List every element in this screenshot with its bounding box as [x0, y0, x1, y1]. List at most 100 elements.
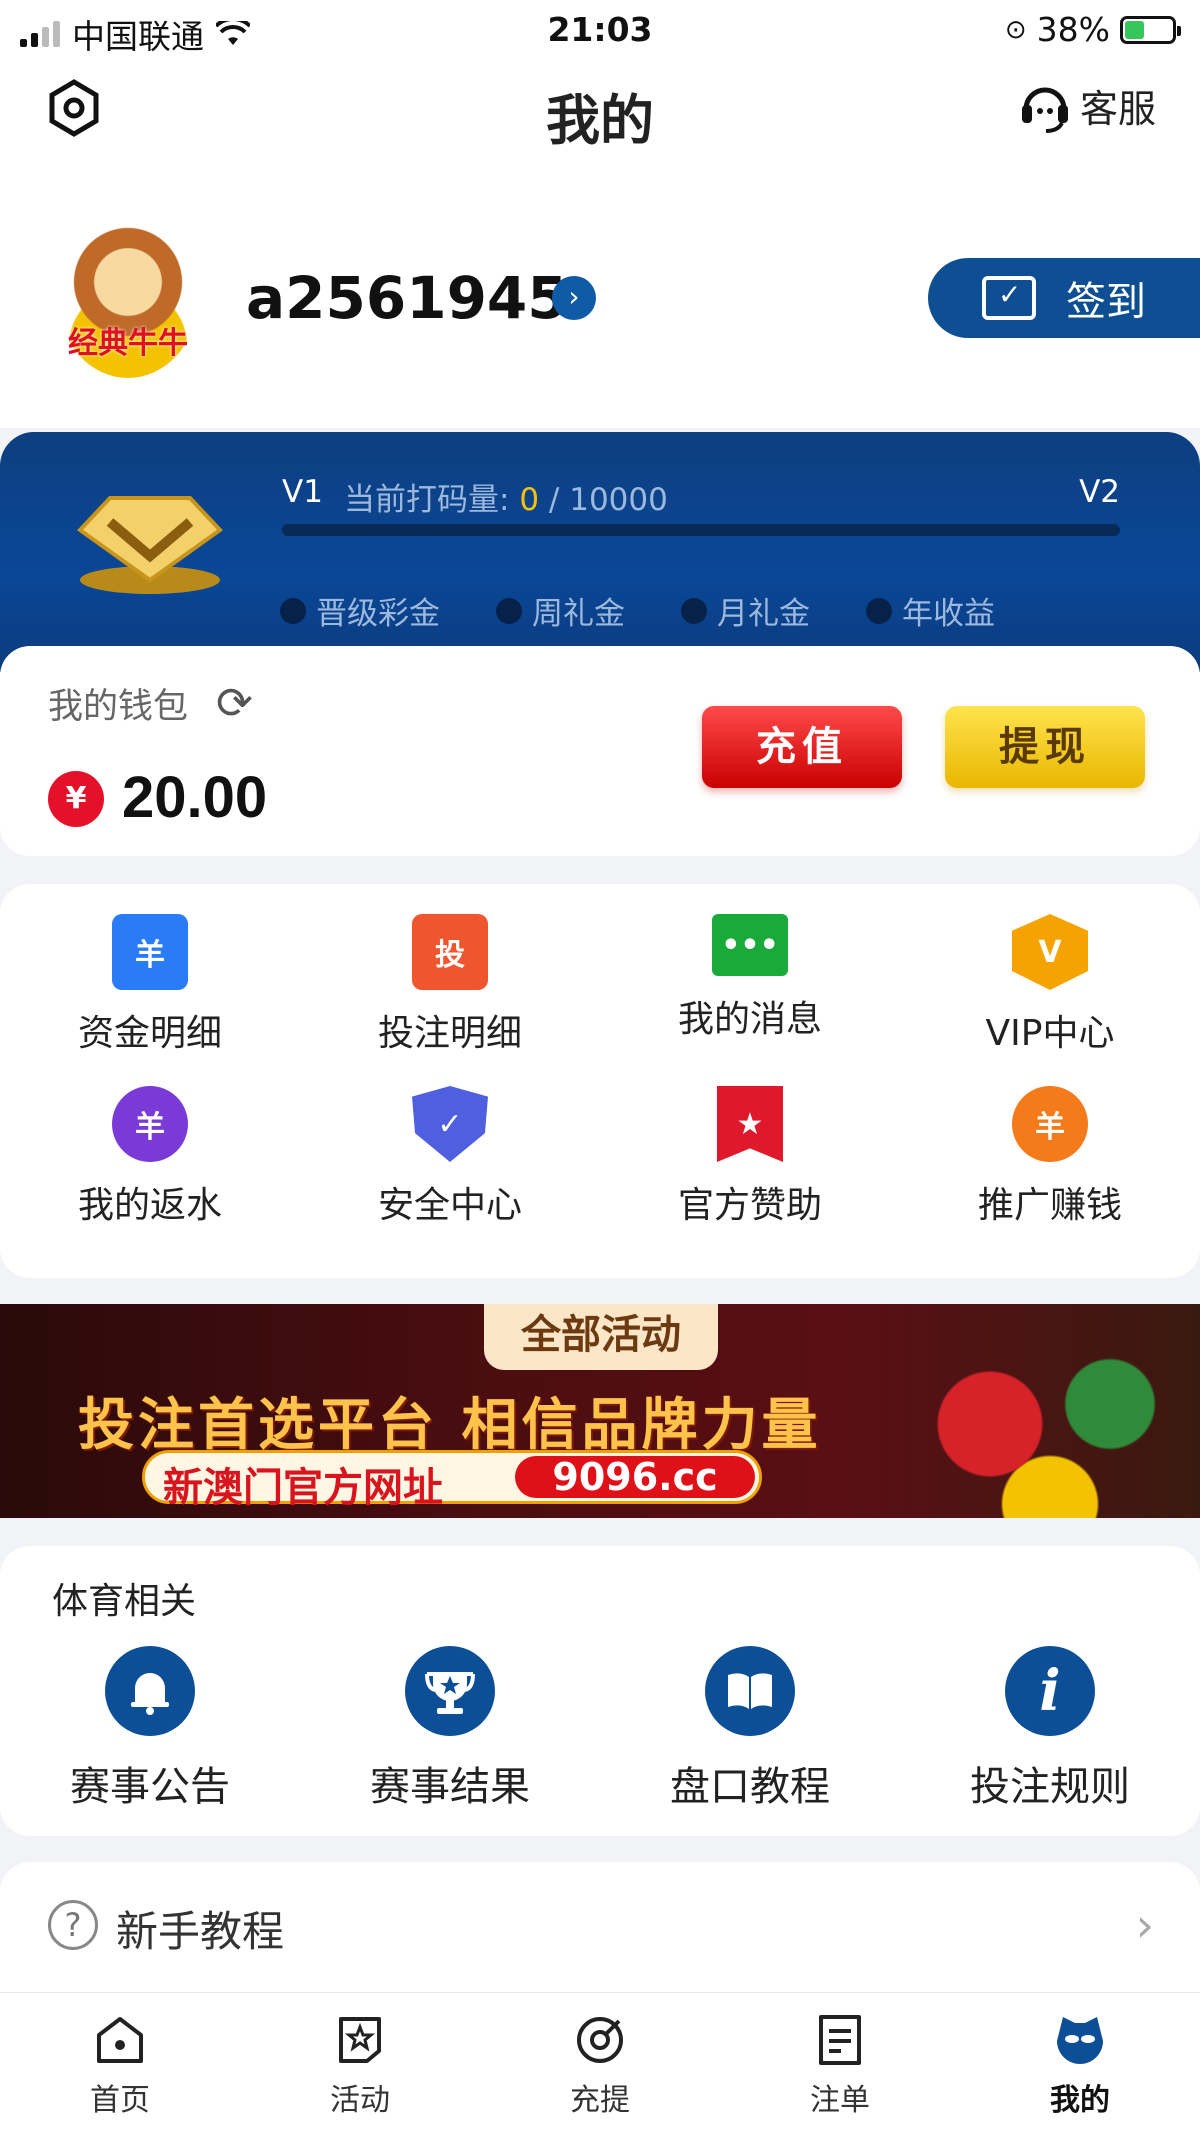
banner-mascot-illustration — [900, 1324, 1200, 1518]
feature-label: 我的返水 — [77, 1185, 222, 1226]
calendar-check-icon — [982, 276, 1036, 320]
profile-mascot-icon — [1057, 2017, 1103, 2064]
message-icon: ••• — [712, 914, 788, 976]
wallet-balance: 20.00 — [122, 765, 268, 830]
vip-perk: 周礼金 — [496, 588, 625, 633]
avatar[interactable]: 经典牛牛 — [58, 218, 198, 378]
tab-profile[interactable]: 我的 — [960, 1993, 1200, 2134]
tab-activity[interactable]: 活动 — [240, 1993, 480, 2134]
feature-grid-card: 羊 资金明细 投 投注明细 ••• 我的消息 V VIP中心 羊 我的返水 ✓ … — [0, 884, 1200, 1278]
tab-label: 注单 — [810, 2083, 870, 2118]
sports-label: 赛事公告 — [70, 1764, 230, 1810]
customer-service-button[interactable]: 客服 — [1018, 78, 1156, 133]
deposit-withdraw-icon — [577, 2017, 623, 2063]
sports-betting-rules[interactable]: i 投注规则 — [920, 1646, 1180, 1812]
feature-promote[interactable]: 羊 推广赚钱 — [914, 1086, 1186, 1228]
banner-url: 9096.cc — [515, 1456, 755, 1498]
beginner-tutorial-row[interactable]: ? 新手教程 › — [0, 1862, 1200, 1992]
book-icon — [705, 1646, 795, 1736]
profile-header: 经典牛牛 a2561945 › 签到 — [0, 158, 1200, 428]
sports-announcements[interactable]: 赛事公告 — [20, 1646, 280, 1812]
all-activities-tag[interactable]: 全部活动 — [484, 1304, 718, 1370]
battery-icon — [1120, 15, 1181, 44]
chevron-right-icon: › — [1135, 1898, 1154, 1952]
feature-messages[interactable]: ••• 我的消息 — [614, 914, 886, 1056]
perk-dot-icon — [280, 597, 306, 624]
status-right: ⊙ 38% — [1004, 10, 1181, 49]
sponsor-star-icon: ★ — [717, 1086, 783, 1162]
wallet-card: 我的钱包 ⟳ ¥ 20.00 充值 提现 — [0, 646, 1200, 856]
question-circle-icon: ? — [48, 1900, 98, 1950]
perk-dot-icon — [681, 597, 707, 624]
refresh-icon[interactable]: ⟳ — [216, 678, 253, 729]
bottom-tab-bar: 首页 活动 充提 注单 我的 — [0, 1992, 1200, 2134]
vip-perks: 晋级彩金 周礼金 月礼金 年收益 — [280, 588, 995, 633]
promo-banner[interactable]: 全部活动 投注首选平台 相信品牌力量 新澳门官方网址 9096.cc — [0, 1304, 1200, 1518]
promote-money-icon: 羊 — [1012, 1086, 1088, 1162]
sports-label: 盘口教程 — [670, 1764, 830, 1810]
perk-label: 月礼金 — [717, 596, 810, 632]
rebate-chip-icon: 羊 — [112, 1086, 188, 1162]
vip-crown-icon: V — [1012, 914, 1088, 990]
feature-vip-center[interactable]: V VIP中心 — [914, 914, 1186, 1056]
banner-slogan: 投注首选平台 相信品牌力量 — [78, 1393, 822, 1458]
feature-bet-details[interactable]: 投 投注明细 — [314, 914, 586, 1056]
security-shield-icon: ✓ — [412, 1086, 488, 1162]
feature-security[interactable]: ✓ 安全中心 — [314, 1086, 586, 1228]
tab-label: 充提 — [570, 2083, 630, 2118]
wallet-label-row: 我的钱包 ⟳ — [48, 678, 253, 729]
feature-label: 资金明细 — [77, 1013, 222, 1054]
home-icon — [97, 2017, 143, 2063]
sports-handicap-tutorial[interactable]: 盘口教程 — [620, 1646, 880, 1812]
feature-label: 投注明细 — [377, 1013, 522, 1054]
feature-fund-details[interactable]: 羊 资金明细 — [14, 914, 286, 1056]
trophy-icon — [405, 1646, 495, 1736]
sports-section-title: 体育相关 — [52, 1581, 197, 1622]
vip-progress-sep: / — [548, 482, 560, 518]
vip-perk: 年收益 — [866, 588, 995, 633]
info-icon: i — [1005, 1646, 1095, 1736]
vip-card[interactable]: V1 当前打码量: 0 / 10000 V2 晋级彩金 周礼金 月礼金 年收益 — [0, 432, 1200, 672]
feature-rebate[interactable]: 羊 我的返水 — [14, 1086, 286, 1228]
vip-progress-target: 10000 — [569, 482, 668, 518]
yen-icon: ¥ — [48, 771, 104, 827]
feature-grid: 羊 资金明细 投 投注明细 ••• 我的消息 V VIP中心 羊 我的返水 ✓ … — [0, 914, 1200, 1228]
tab-home[interactable]: 首页 — [0, 1993, 240, 2134]
bell-icon — [105, 1646, 195, 1736]
vip-next-level: V2 — [1079, 474, 1120, 510]
vip-progress-current: 0 — [519, 482, 540, 518]
perk-label: 晋级彩金 — [316, 596, 440, 632]
bet-details-icon: 投 — [412, 914, 488, 990]
perk-label: 周礼金 — [532, 596, 625, 632]
headset-icon — [1021, 87, 1068, 133]
customer-service-label: 客服 — [1079, 87, 1156, 131]
tab-deposit-withdraw[interactable]: 充提 — [480, 1993, 720, 2134]
tab-bet-slip[interactable]: 注单 — [720, 1993, 960, 2134]
perk-dot-icon — [496, 597, 522, 624]
vip-progress-label: 当前打码量: — [344, 482, 510, 518]
vip-perk: 晋级彩金 — [280, 588, 440, 633]
sports-section: 体育相关 赛事公告 赛事结果 盘口教程 i 投注规则 — [0, 1546, 1200, 1836]
orientation-lock-icon: ⊙ — [1004, 14, 1027, 45]
withdraw-button[interactable]: 提现 — [945, 706, 1145, 788]
chevron-right-icon[interactable]: › — [552, 276, 596, 320]
fund-details-icon: 羊 — [112, 914, 188, 990]
feature-label: 推广赚钱 — [977, 1185, 1122, 1226]
checkin-label: 签到 — [1066, 279, 1146, 325]
vip-diamond-badge-icon — [76, 496, 224, 594]
checkin-button[interactable]: 签到 — [928, 258, 1200, 338]
vip-progress: 当前打码量: 0 / 10000 — [344, 474, 668, 519]
sports-row: 赛事公告 赛事结果 盘口教程 i 投注规则 — [0, 1646, 1200, 1812]
tab-label: 我的 — [1050, 2083, 1110, 2118]
sports-results[interactable]: 赛事结果 — [320, 1646, 580, 1812]
banner-url-box: 新澳门官方网址 9096.cc — [142, 1450, 762, 1511]
beginner-tutorial-label: 新手教程 — [116, 1907, 285, 1956]
vip-progress-bar — [282, 524, 1120, 536]
avatar-text: 经典牛牛 — [68, 326, 188, 361]
tab-label: 首页 — [90, 2083, 150, 2118]
bet-slip-icon — [819, 2015, 861, 2065]
sports-label: 投注规则 — [970, 1764, 1130, 1810]
feature-sponsor[interactable]: ★ 官方赞助 — [614, 1086, 886, 1228]
deposit-button[interactable]: 充值 — [702, 706, 902, 788]
username[interactable]: a2561945 — [246, 264, 568, 332]
